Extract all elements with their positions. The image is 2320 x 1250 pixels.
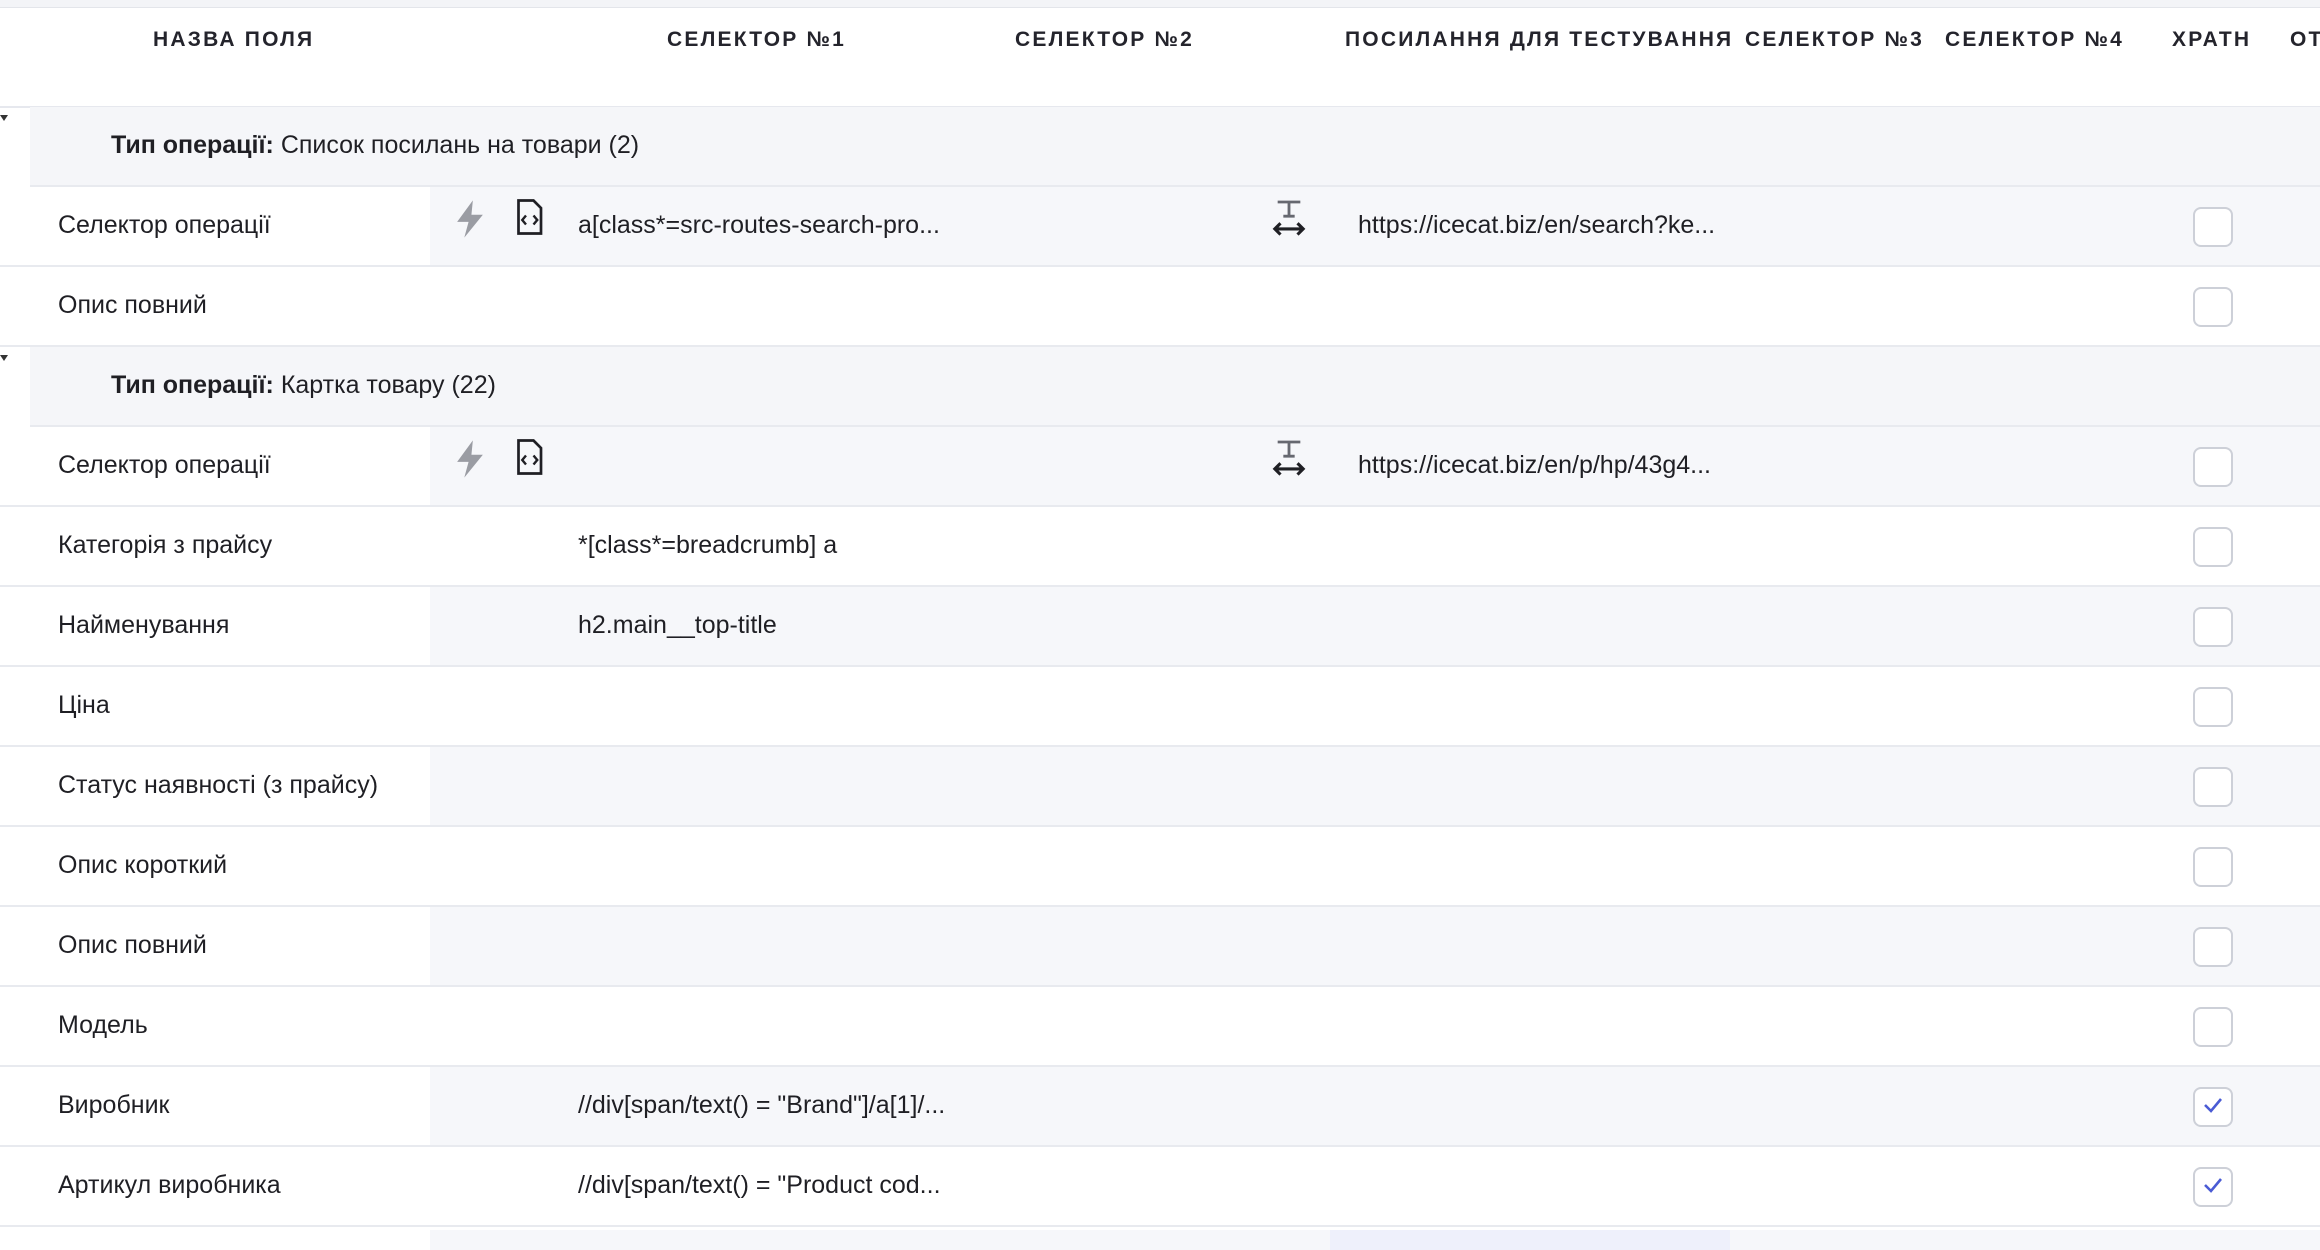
- selector-1-value[interactable]: //div[span/text() = "Brand"]/a[1]/...: [578, 1091, 945, 1120]
- header-selector-1[interactable]: СЕЛЕКТОР №1: [667, 28, 846, 52]
- group-label-text: Список посилань на товари (2): [280, 131, 640, 159]
- group-label-prefix: Тип операції:: [111, 371, 274, 399]
- collapse-caret-icon[interactable]: [0, 115, 8, 121]
- selector-1-value[interactable]: a[class*=src-routes-search-pro...: [578, 211, 940, 240]
- field-name: Ціна: [58, 691, 110, 719]
- store-checkbox[interactable]: [2193, 847, 2233, 887]
- field-name: Селектор операції: [58, 451, 271, 479]
- table-row[interactable]: Селектор операції https://icecat.biz/en/p…: [0, 427, 2320, 507]
- table-row[interactable]: Артикул виробника //div[span/text() = "Pr…: [0, 1147, 2320, 1227]
- store-checkbox[interactable]: [2193, 1087, 2233, 1127]
- selector-1-value[interactable]: h2.main__top-title: [578, 611, 777, 640]
- field-name: Статус наявності (з прайсу): [58, 771, 379, 799]
- header-selector-2[interactable]: СЕЛЕКТОР №2: [1015, 28, 1194, 52]
- field-name: Опис повний: [58, 931, 207, 959]
- row-shade: [430, 747, 2320, 825]
- checkmark-icon: [2201, 1095, 2225, 1120]
- group-label-prefix: Тип операції:: [111, 131, 274, 159]
- store-checkbox[interactable]: [2193, 767, 2233, 807]
- field-name: Найменування: [58, 611, 230, 639]
- table-row[interactable]: Селектор операції a[class*=src-routes-sea…: [0, 187, 2320, 267]
- table-row[interactable]: Виробник //div[span/text() = "Brand"]/a[1…: [0, 1067, 2320, 1147]
- field-name: Модель: [58, 1011, 148, 1039]
- header-test-link[interactable]: ПОСИЛАННЯ ДЛЯ ТЕСТУВАННЯ: [1345, 28, 1733, 52]
- next-row-highlight: [1330, 1230, 1730, 1250]
- store-checkbox[interactable]: [2193, 447, 2233, 487]
- top-border: [0, 0, 2320, 8]
- store-checkbox[interactable]: [2193, 527, 2233, 567]
- code-file-icon[interactable]: [514, 199, 544, 235]
- table-body: Тип операції: Список посилань на товари …: [0, 107, 2320, 1227]
- collapse-caret-icon[interactable]: [0, 355, 8, 361]
- store-checkbox[interactable]: [2193, 687, 2233, 727]
- field-name: Опис короткий: [58, 851, 228, 879]
- table-row[interactable]: Ціна: [0, 667, 2320, 747]
- field-name: Категорія з прайсу: [58, 531, 273, 559]
- checkmark-icon: [2201, 1175, 2225, 1200]
- selector-1-value[interactable]: //div[span/text() = "Product cod...: [578, 1171, 941, 1200]
- header-store[interactable]: ХРАТН: [2172, 28, 2251, 52]
- group-row[interactable]: Тип операції: Картка товару (22): [0, 347, 2320, 427]
- lightning-icon[interactable]: [452, 199, 488, 239]
- store-checkbox[interactable]: [2193, 927, 2233, 967]
- field-name: Артикул виробника: [58, 1171, 281, 1199]
- table-header: НАЗВА ПОЛЯ СЕЛЕКТОР №1 СЕЛЕКТОР №2 ПОСИЛ…: [0, 8, 2320, 108]
- table-row[interactable]: Статус наявності (з прайсу): [0, 747, 2320, 827]
- header-field-name[interactable]: НАЗВА ПОЛЯ: [153, 28, 314, 52]
- code-file-icon[interactable]: [514, 439, 544, 475]
- table-row[interactable]: Опис короткий: [0, 827, 2320, 907]
- store-checkbox[interactable]: [2193, 1167, 2233, 1207]
- group-row[interactable]: Тип операції: Список посилань на товари …: [0, 107, 2320, 187]
- lightning-icon[interactable]: [452, 439, 488, 479]
- header-selector-3[interactable]: СЕЛЕКТОР №3: [1745, 28, 1924, 52]
- text-width-icon[interactable]: [1272, 199, 1306, 239]
- group-label: Тип операції: Список посилань на товари …: [111, 131, 639, 160]
- test-link-value[interactable]: https://icecat.biz/en/search?ke...: [1358, 211, 1715, 240]
- header-cut-off[interactable]: ОТ: [2290, 28, 2320, 52]
- store-checkbox[interactable]: [2193, 607, 2233, 647]
- row-shade: [430, 907, 2320, 985]
- test-link-value[interactable]: https://icecat.biz/en/p/hp/43g4...: [1358, 451, 1711, 480]
- table-row[interactable]: Категорія з прайсу *[class*=breadcrumb] a: [0, 507, 2320, 587]
- group-label: Тип операції: Картка товару (22): [111, 371, 496, 400]
- store-checkbox[interactable]: [2193, 287, 2233, 327]
- field-name: Селектор операції: [58, 211, 271, 239]
- store-checkbox[interactable]: [2193, 1007, 2233, 1047]
- group-label-text: Картка товару (22): [280, 371, 496, 399]
- table-row[interactable]: Модель: [0, 987, 2320, 1067]
- table-row[interactable]: Опис повний: [0, 907, 2320, 987]
- store-checkbox[interactable]: [2193, 207, 2233, 247]
- selector-1-value[interactable]: *[class*=breadcrumb] a: [578, 531, 837, 560]
- table-row[interactable]: Опис повний: [0, 267, 2320, 347]
- table-row[interactable]: Найменування h2.main__top-title: [0, 587, 2320, 667]
- field-name: Опис повний: [58, 291, 207, 319]
- header-selector-4[interactable]: СЕЛЕКТОР №4: [1945, 28, 2124, 52]
- text-width-icon[interactable]: [1272, 439, 1306, 479]
- field-name: Виробник: [58, 1091, 170, 1119]
